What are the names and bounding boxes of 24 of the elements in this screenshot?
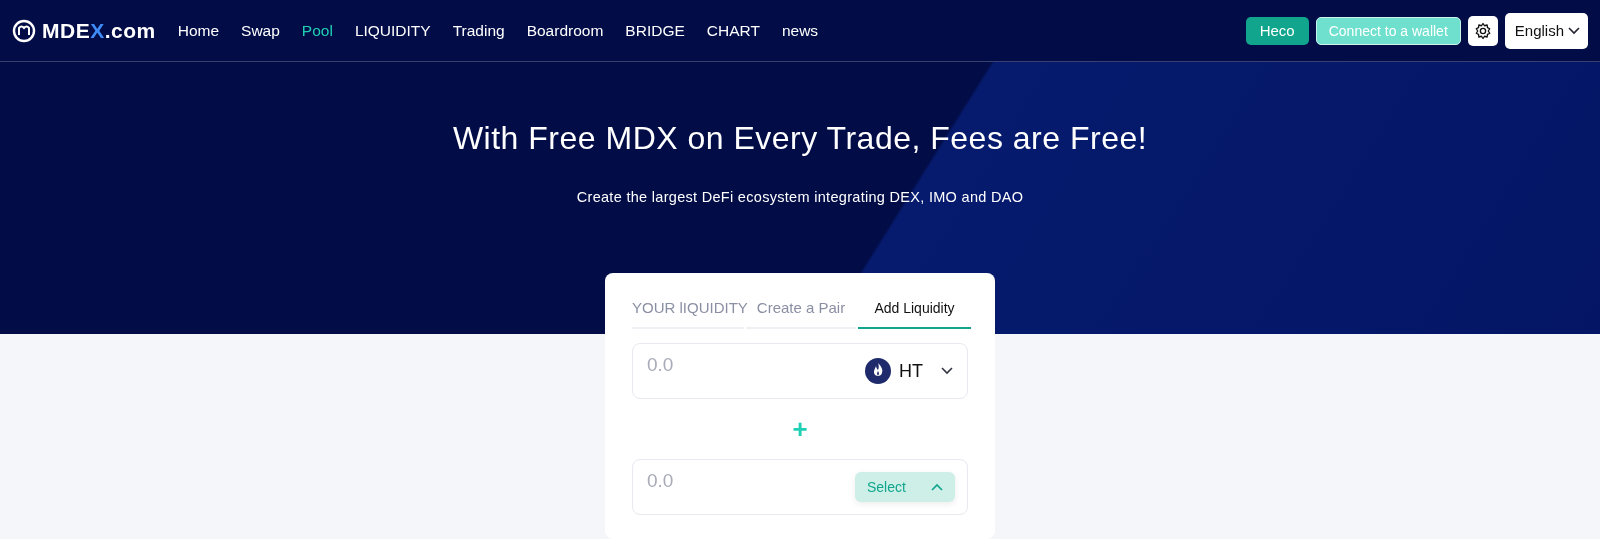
amount-field[interactable]: 0.0 HT — [632, 343, 968, 399]
nav-link[interactable]: BRIDGE — [625, 21, 685, 40]
chevron-down-icon — [1568, 26, 1580, 35]
language-dropdown[interactable]: English — [1504, 12, 1588, 49]
nav-link[interactable]: Home — [177, 21, 220, 40]
logo-icon — [12, 18, 36, 43]
chevron-down-icon — [941, 367, 953, 375]
settings-button[interactable] — [1467, 15, 1498, 46]
flame-coin-icon — [865, 358, 891, 384]
nav-link[interactable]: LIQUIDITY — [354, 21, 431, 40]
nav-link[interactable]: Boardroom — [526, 21, 604, 40]
plus-sign: + — [792, 413, 808, 445]
chevron-up-icon — [931, 483, 943, 491]
token-dropdown[interactable]: HT — [865, 358, 955, 384]
settings-icon — [1473, 21, 1492, 40]
brand-name[interactable]: MDEX.com — [42, 18, 156, 43]
nav-link[interactable]: CHART — [706, 21, 760, 40]
hero-title: With Free MDX on Every Trade, Fees are Free! — [452, 120, 1148, 157]
nav-link[interactable]: Trading — [452, 21, 505, 40]
nav-link[interactable]: Pool — [301, 21, 333, 40]
nav-link[interactable]: Swap — [241, 21, 280, 40]
hero-subtitle: Create the largest DeFi ecosystem integrating DEX, IMO and DAO — [576, 189, 1024, 205]
tab[interactable]: Add Liquidity — [858, 288, 971, 329]
nav-link[interactable]: news — [781, 21, 819, 40]
